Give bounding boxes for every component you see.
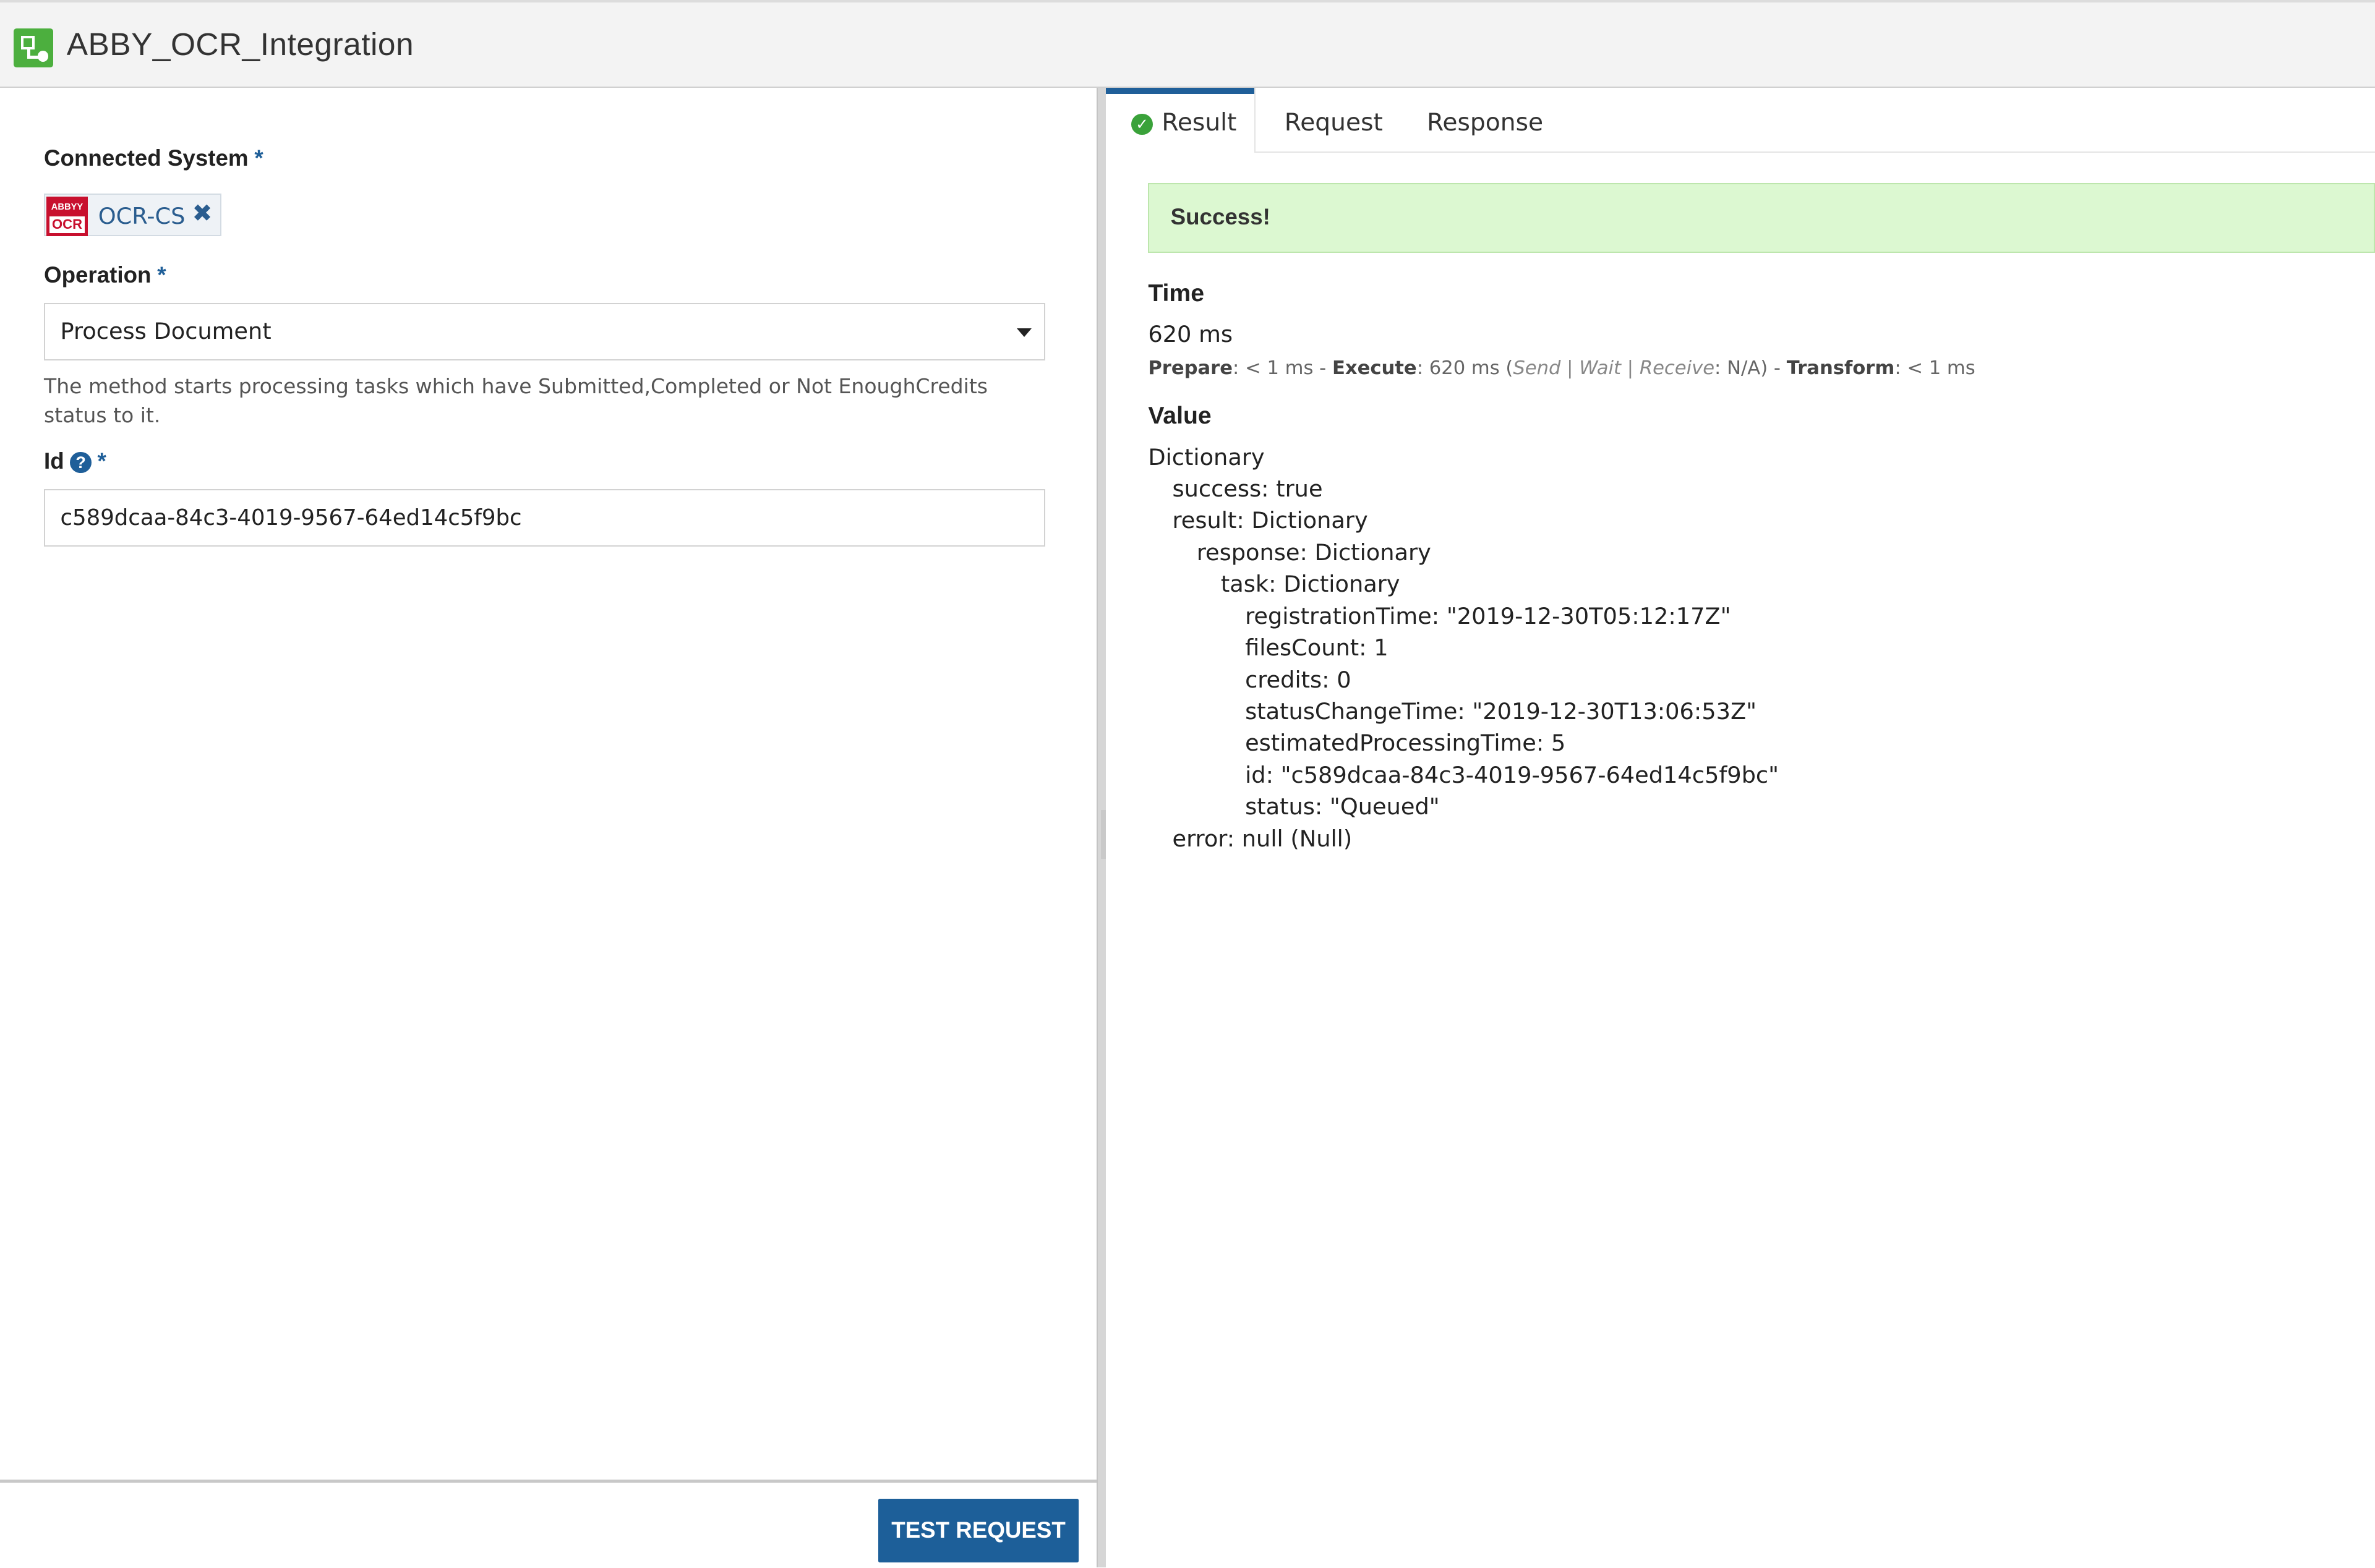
tree-line: task: Dictionary xyxy=(1220,571,1400,598)
status-message: Success! xyxy=(1170,204,1270,230)
check-circle-icon: ✓ xyxy=(1131,113,1153,135)
result-panel: ✓ Result Request Response Success! Time … xyxy=(1105,88,2375,1567)
tree-line: result: Dictionary xyxy=(1172,507,1368,534)
id-label: Id? * xyxy=(44,448,106,474)
tree-line: success: true xyxy=(1172,475,1323,502)
app-header: ABBY_OCR_Integration xyxy=(0,0,2375,88)
tree-line: id: "c589dcaa-84c3-4019-9567-64ed14c5f9b… xyxy=(1245,761,1779,788)
logo-text-bottom: OCR xyxy=(49,216,85,233)
transform-label: Transform xyxy=(1786,357,1895,379)
tab-response[interactable]: Response xyxy=(1427,109,1543,137)
required-marker: * xyxy=(254,145,263,171)
configuration-panel: Connected System * ABBYY OCR OCR-CS ✖ Ope… xyxy=(0,88,1097,1567)
close-icon[interactable]: ✖ xyxy=(192,200,213,228)
tree-line: statusChangeTime: "2019-12-30T13:06:53Z" xyxy=(1245,697,1757,725)
tab-result[interactable]: ✓ Result xyxy=(1105,88,1256,153)
active-tab-indicator xyxy=(1105,88,1254,94)
operation-help-text: The method starts processing tasks which… xyxy=(44,374,988,427)
id-input[interactable] xyxy=(44,489,1045,547)
tree-line: Dictionary xyxy=(1148,443,1265,471)
tree-line: error: null (Null) xyxy=(1172,825,1353,852)
transform-value: : < 1 ms xyxy=(1894,357,1975,379)
value-heading: Value xyxy=(1148,403,1212,430)
result-tabs: ✓ Result Request Response xyxy=(1105,88,2375,153)
abbyy-ocr-logo: ABBYY OCR xyxy=(46,196,88,236)
tree-line: credits: 0 xyxy=(1245,666,1351,693)
footer-divider xyxy=(0,1479,1097,1483)
connected-system-name[interactable]: OCR-CS xyxy=(98,203,186,229)
execute-value: : 620 ms ( xyxy=(1416,357,1513,379)
execute-sub-value: : N/A) - xyxy=(1714,357,1787,379)
time-heading: Time xyxy=(1148,280,1205,307)
time-breakdown: Prepare: < 1 ms - Execute: 620 ms (Send … xyxy=(1148,357,1975,379)
success-banner: Success! xyxy=(1148,183,2375,253)
execute-sub-label: Send | Wait | Receive xyxy=(1513,357,1715,379)
operation-selected-value: Process Document xyxy=(60,317,272,344)
prepare-value: : < 1 ms - xyxy=(1233,357,1332,379)
time-value: 620 ms xyxy=(1148,321,1233,348)
connected-system-label-text: Connected System xyxy=(44,145,249,171)
prepare-label: Prepare xyxy=(1148,357,1233,379)
execute-label: Execute xyxy=(1332,357,1417,379)
chevron-down-icon[interactable] xyxy=(1017,328,1032,337)
tree-line: registrationTime: "2019-12-30T05:12:17Z" xyxy=(1245,602,1731,629)
id-label-text: Id xyxy=(44,448,64,474)
logo-text-top: ABBYY xyxy=(51,202,83,212)
test-request-button[interactable]: TEST REQUEST xyxy=(878,1499,1079,1563)
operation-label-text: Operation xyxy=(44,262,152,288)
required-marker: * xyxy=(157,262,166,288)
tree-line: status: "Queued" xyxy=(1245,793,1440,820)
help-icon[interactable]: ? xyxy=(70,452,92,474)
operation-label: Operation * xyxy=(44,262,166,288)
connected-system-chip[interactable]: ABBYY OCR OCR-CS ✖ xyxy=(44,194,221,237)
tab-result-label: Result xyxy=(1162,109,1237,137)
required-marker: * xyxy=(97,448,106,474)
connected-system-label: Connected System * xyxy=(44,145,263,171)
operation-select[interactable]: Process Document xyxy=(44,302,1045,360)
tree-line: estimatedProcessingTime: 5 xyxy=(1245,730,1566,757)
integration-icon xyxy=(14,28,53,68)
tree-line: filesCount: 1 xyxy=(1245,634,1389,662)
tab-request[interactable]: Request xyxy=(1285,109,1383,137)
page-title: ABBY_OCR_Integration xyxy=(66,25,414,62)
tree-line: response: Dictionary xyxy=(1196,539,1431,566)
